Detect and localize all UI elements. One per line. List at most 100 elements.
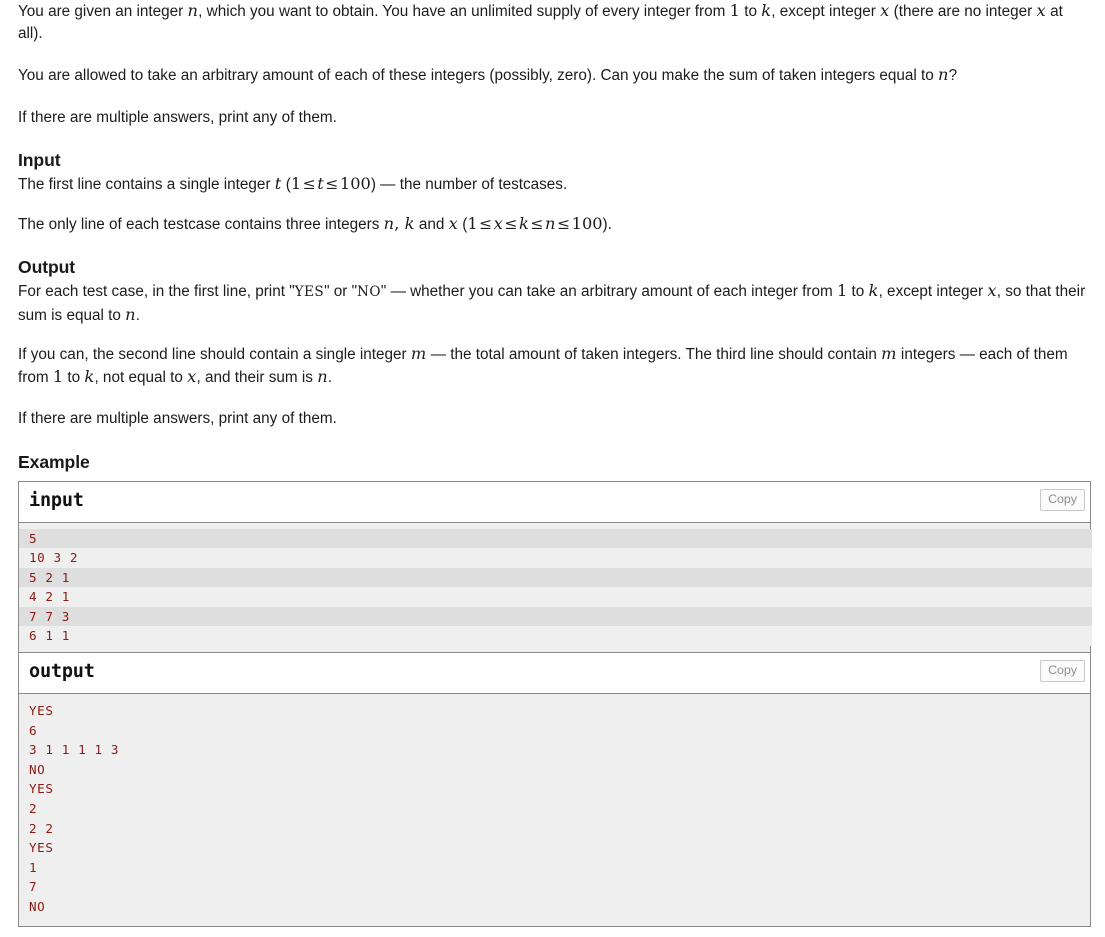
sample-line: 2 [29, 801, 38, 817]
text-fragment: If you can, the second line should conta… [18, 346, 411, 363]
text-fragment: to [739, 3, 762, 20]
input-specification: Input The first line contains a single i… [18, 148, 1091, 235]
sample-line: 7 7 3 [19, 606, 1092, 627]
text-fragment: (there are no integer [889, 3, 1037, 20]
sample-tests: input Copy 5 10 3 2 5 2 1 4 2 1 7 7 3 6 … [18, 480, 1092, 927]
literal-yes: YES [294, 284, 325, 300]
text-fragment: The first line contains a single integer [18, 176, 275, 193]
text-fragment: to [847, 283, 869, 300]
text-fragment: You are allowed to take an arbitrary amo… [18, 67, 939, 84]
math-var-m: m [881, 344, 897, 363]
math-var-n: n [545, 213, 556, 233]
copy-input-button[interactable]: Copy [1040, 488, 1085, 511]
text-fragment: . [327, 368, 333, 386]
text-fragment: , except integer [878, 283, 988, 300]
text-fragment: , and their sum is [196, 368, 318, 386]
text-fragment: ( [457, 215, 468, 233]
text-fragment: ). [602, 215, 612, 233]
math-rel-leq: ≤ [302, 175, 316, 193]
text-fragment: You are given an integer [18, 3, 188, 20]
text-fragment: ( [281, 176, 291, 193]
math-var-m: m [410, 344, 427, 363]
math-var-n: n [938, 65, 949, 84]
sample-line: 3 1 1 1 1 3 [29, 742, 120, 758]
sample-input-body: 5 10 3 2 5 2 1 4 2 1 7 7 3 6 1 1 [19, 522, 1092, 653]
math-num-100: 100 [339, 174, 371, 193]
copy-output-button[interactable]: Copy [1040, 660, 1085, 683]
math-var-n: n [187, 1, 199, 20]
text-fragment: " — whether you can take an arbitrary am… [380, 283, 837, 300]
text-fragment: The only line of each testcase contains … [18, 215, 384, 233]
math-var-n: n [317, 366, 328, 386]
text-fragment: , [394, 213, 405, 233]
math-rel-leq: ≤ [504, 214, 518, 233]
sample-input-lines: 5 10 3 2 5 2 1 4 2 1 7 7 3 6 1 1 [19, 523, 1092, 653]
math-num-100: 100 [571, 213, 603, 233]
sample-output-title: output [29, 661, 95, 683]
text-fragment: , which you want to obtain. You have an … [198, 3, 730, 20]
math-var-k: k [518, 213, 529, 233]
text-fragment: , not equal to [94, 368, 188, 386]
math-rel-leq: ≤ [325, 175, 339, 193]
math-var-k: k [761, 1, 772, 20]
statement-paragraph-2: You are allowed to take an arbitrary amo… [18, 64, 1091, 87]
math-var-x: x [987, 281, 997, 300]
math-num-1: 1 [836, 281, 848, 300]
math-var-x: x [448, 213, 458, 233]
sample-block-input: input Copy 5 10 3 2 5 2 1 4 2 1 7 7 3 6 … [18, 480, 1092, 653]
output-paragraph-2: If you can, the second line should conta… [18, 343, 1091, 388]
sample-output-body: YES 6 3 1 1 1 1 3 NO YES 2 2 2 YES 1 7 N… [19, 694, 1090, 926]
sample-line: 5 [19, 528, 1092, 549]
sample-line: YES [29, 703, 54, 719]
literal-no: NO [357, 284, 381, 300]
output-paragraph-1: For each test case, in the first line, p… [18, 280, 1091, 326]
sample-output-lines: YES 6 3 1 1 1 1 3 NO YES 2 2 2 YES 1 7 N… [19, 694, 1090, 926]
math-rel-leq: ≤ [557, 214, 571, 233]
statement-paragraph-3: If there are multiple answers, print any… [18, 108, 337, 126]
sample-line: YES [29, 840, 54, 856]
sample-line: 6 [29, 722, 38, 738]
text-fragment: ) — the number of testcases. [370, 176, 568, 193]
math-rel-leq: ≤ [479, 214, 493, 233]
text-fragment: to [63, 368, 85, 386]
math-var-x: x [493, 213, 503, 233]
sample-line: 7 [29, 879, 38, 895]
problem-statement-page: You are given an integer n, which you wa… [0, 0, 1105, 927]
sample-output-header: output Copy [19, 653, 1090, 695]
math-var-k: k [404, 213, 415, 233]
sample-line: 6 1 1 [19, 626, 1092, 647]
input-section-heading: Input [18, 150, 61, 170]
sample-line: 2 2 [29, 820, 54, 836]
math-var-n: n [125, 304, 136, 324]
statement-paragraph-1: You are given an integer n, which you wa… [18, 0, 1091, 44]
math-rel-leq: ≤ [530, 214, 544, 233]
statement-body: You are given an integer n, which you wa… [18, 0, 1091, 128]
text-fragment: For each test case, in the first line, p… [18, 283, 295, 300]
input-paragraph-2: The only line of each testcase contains … [18, 213, 1091, 236]
math-var-x: x [1036, 1, 1046, 20]
math-var-t: t [274, 174, 282, 193]
output-section-heading: Output [18, 257, 76, 277]
sample-line: YES [29, 781, 54, 797]
math-num-1: 1 [52, 366, 64, 386]
sample-line: 10 3 2 [19, 548, 1092, 568]
output-specification: Output For each test case, in the first … [18, 255, 1091, 430]
sample-input-header: input Copy [19, 481, 1090, 523]
text-fragment: , except integer [771, 3, 881, 20]
sample-block-output: output Copy YES 6 3 1 1 1 1 3 NO YES 2 2… [18, 652, 1091, 927]
output-paragraph-3: If there are multiple answers, print any… [18, 410, 337, 427]
sample-line: 1 [29, 859, 38, 875]
example-heading: Example [18, 451, 90, 472]
text-fragment: " or " [324, 283, 358, 300]
text-fragment: — the total amount of taken integers. Th… [426, 346, 882, 363]
text-fragment: ? [948, 67, 958, 84]
input-paragraph-1: The first line contains a single integer… [18, 173, 1091, 196]
sample-line: NO [29, 899, 46, 914]
math-var-k: k [84, 366, 95, 386]
sample-line: 5 2 1 [19, 567, 1092, 588]
math-var-n: n [383, 213, 395, 233]
math-num-1: 1 [290, 174, 302, 193]
math-var-k: k [868, 281, 879, 300]
math-num-1: 1 [729, 1, 740, 20]
example-section: Example input Copy 5 10 3 2 5 2 1 4 2 1 … [18, 450, 1092, 927]
